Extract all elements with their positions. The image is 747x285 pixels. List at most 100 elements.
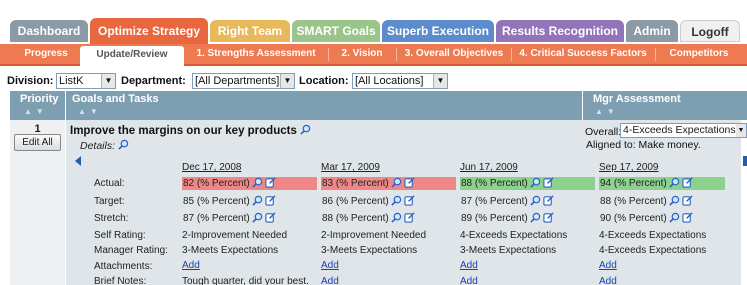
division-value: ListK: [59, 75, 84, 87]
add-attachment-link[interactable]: Add: [321, 260, 339, 271]
subtab-divider: [655, 48, 656, 61]
tab-optimize-strategy[interactable]: Optimize Strategy: [90, 18, 208, 44]
period-date: Mar 17, 2009: [321, 162, 380, 173]
self-rating-value: 2-Improvement Needed: [321, 230, 426, 241]
overall-label: Overall:: [585, 126, 622, 138]
filter-bar: Division: ListK ▼ Department: [All Depar…: [0, 73, 747, 91]
sort-arrows-icon[interactable]: ▲▼: [24, 107, 48, 116]
magnifier-icon[interactable]: [530, 195, 541, 206]
chevron-down-icon[interactable]: ▼: [433, 74, 447, 88]
target-value: 85 (% Percent): [182, 195, 317, 208]
self-rating-value-text: 2-Improvement Needed: [182, 230, 288, 241]
manager-rating-value: 3-Meets Expectations: [460, 245, 556, 256]
subtab-vision[interactable]: 2. Vision: [332, 44, 392, 64]
self-rating-value-text: 4-Exceeds Expectations: [460, 230, 568, 241]
magnifier-icon[interactable]: [252, 212, 263, 223]
magnifier-icon[interactable]: [669, 195, 680, 206]
stretch-value-text: 88 (% Percent): [322, 213, 389, 224]
add-note-link[interactable]: Add: [599, 276, 617, 285]
row-label-manager-rating: Manager Rating:: [94, 245, 168, 256]
sort-arrows-icon[interactable]: ▲▼: [78, 107, 102, 116]
edit-icon[interactable]: [682, 212, 693, 223]
add-note-link[interactable]: Add: [321, 276, 339, 285]
department-select[interactable]: [All Departments] ▼: [192, 73, 295, 89]
add-attachment-link-text: Add: [182, 260, 200, 271]
magnifier-icon[interactable]: [300, 124, 311, 135]
edit-icon[interactable]: [543, 177, 554, 188]
add-attachment-link[interactable]: Add: [182, 260, 200, 271]
sort-arrows-icon[interactable]: ▲▼: [595, 107, 619, 116]
stretch-value: 89 (% Percent): [460, 212, 595, 225]
next-period-arrow-icon[interactable]: [743, 156, 747, 166]
magnifier-icon[interactable]: [252, 177, 263, 188]
magnifier-icon[interactable]: [118, 139, 129, 150]
magnifier-icon[interactable]: [391, 195, 402, 206]
goals-header-label: Goals and Tasks: [72, 93, 159, 105]
tab-dashboard[interactable]: Dashboard: [10, 20, 88, 42]
actual-value: 82 (% Percent): [182, 177, 317, 190]
subtab-update-review[interactable]: Update/Review: [80, 46, 184, 66]
subtab-divider: [328, 48, 329, 61]
chevron-down-icon[interactable]: ▼: [736, 124, 746, 137]
target-value-text: 85 (% Percent): [183, 196, 250, 207]
location-select[interactable]: [All Locations] ▼: [352, 73, 448, 89]
edit-icon[interactable]: [265, 212, 276, 223]
add-attachment-link[interactable]: Add: [460, 260, 478, 271]
magnifier-icon[interactable]: [530, 212, 541, 223]
tab-results-recognition[interactable]: Results Recognition: [496, 20, 624, 42]
details-row: Details:: [80, 139, 129, 152]
magnifier-icon[interactable]: [391, 177, 402, 188]
subtab-overall-objectives[interactable]: 3. Overall Objectives: [400, 44, 508, 64]
goal-title: Improve the margins on our key products: [70, 124, 311, 137]
period-date: Dec 17, 2008: [182, 162, 242, 173]
add-attachment-link-text: Add: [460, 260, 478, 271]
manager-rating-value-text: 4-Exceeds Expectations: [599, 245, 707, 256]
actual-value-text: 83 (% Percent): [322, 178, 389, 189]
tab-logoff[interactable]: Logoff: [680, 20, 740, 42]
actual-value-text: 94 (% Percent): [600, 178, 667, 189]
edit-icon[interactable]: [543, 195, 554, 206]
subtab-critical-success-factors[interactable]: 4. Critical Success Factors: [515, 44, 651, 64]
add-attachment-link[interactable]: Add: [599, 260, 617, 271]
edit-icon[interactable]: [265, 195, 276, 206]
target-value: 86 (% Percent): [321, 195, 456, 208]
magnifier-icon[interactable]: [669, 212, 680, 223]
actual-value-text: 88 (% Percent): [461, 178, 528, 189]
tab-admin[interactable]: Admin: [626, 20, 678, 42]
add-attachment-link-text: Add: [599, 260, 617, 271]
magnifier-icon[interactable]: [669, 177, 680, 188]
edit-icon[interactable]: [543, 212, 554, 223]
magnifier-icon[interactable]: [530, 177, 541, 188]
edit-icon[interactable]: [682, 177, 693, 188]
add-note-link[interactable]: Add: [460, 276, 478, 285]
self-rating-value-text: 4-Exceeds Expectations: [599, 230, 707, 241]
previous-period-arrow-icon[interactable]: [75, 156, 81, 166]
subtab-progress[interactable]: Progress: [14, 44, 78, 64]
edit-all-button[interactable]: Edit All: [14, 134, 61, 151]
add-attachment-link-text: Add: [321, 260, 339, 271]
location-value: [All Locations]: [355, 75, 424, 87]
edit-icon[interactable]: [404, 177, 415, 188]
edit-icon[interactable]: [682, 195, 693, 206]
edit-icon[interactable]: [265, 177, 276, 188]
tab-superb-execution[interactable]: Superb Execution: [382, 20, 494, 42]
magnifier-icon[interactable]: [252, 195, 263, 206]
division-select[interactable]: ListK ▼: [56, 73, 116, 89]
subtab-strengths-assessment[interactable]: 1. Strengths Assessment: [188, 44, 324, 64]
magnifier-icon[interactable]: [391, 212, 402, 223]
overall-rating-select[interactable]: 4-Exceeds Expectations ▼: [620, 123, 747, 138]
chevron-down-icon[interactable]: ▼: [280, 74, 294, 88]
department-label: Department:: [121, 75, 186, 87]
edit-icon[interactable]: [404, 212, 415, 223]
stretch-value: 90 (% Percent): [599, 212, 725, 225]
manager-rating-value: 3-Meets Expectations: [321, 245, 417, 256]
target-value-text: 88 (% Percent): [600, 196, 667, 207]
tab-right-team[interactable]: Right Team: [210, 20, 290, 42]
subtab-competitors[interactable]: Competitors: [659, 44, 739, 64]
row-label-actual: Actual:: [94, 178, 125, 189]
edit-icon[interactable]: [404, 195, 415, 206]
period-date: Sep 17, 2009: [599, 162, 659, 173]
tab-smart-goals[interactable]: SMART Goals: [292, 20, 380, 42]
chevron-down-icon[interactable]: ▼: [101, 74, 115, 88]
period-date-text: Mar 17, 2009: [321, 162, 380, 173]
